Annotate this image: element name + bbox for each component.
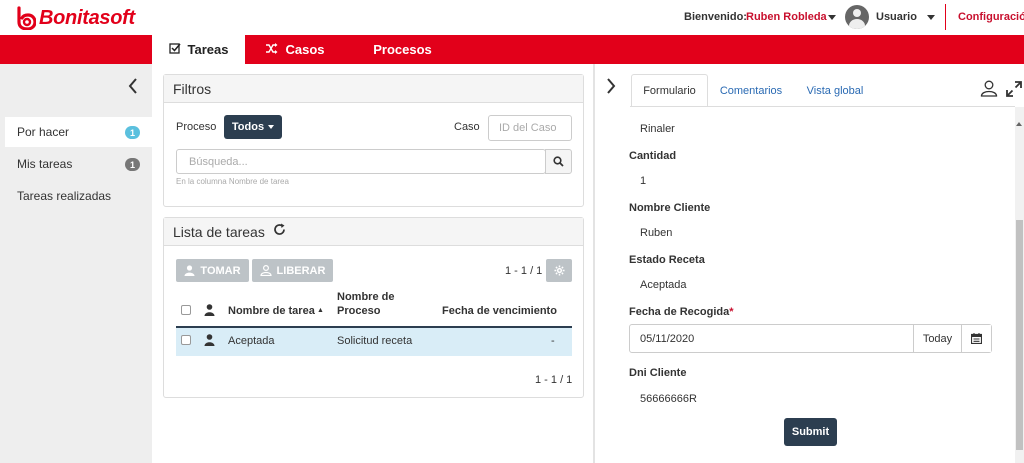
main-nav: Tareas Casos Procesos: [0, 35, 1024, 64]
process-dropdown[interactable]: Todos: [224, 115, 282, 139]
welcome-label: Bienvenido:: [684, 11, 747, 23]
take-button-label: TOMAR: [200, 264, 241, 277]
gear-icon: [553, 265, 565, 276]
tab-procesos[interactable]: Procesos: [345, 35, 460, 64]
today-button[interactable]: Today: [913, 325, 961, 352]
case-label: Caso: [454, 121, 480, 133]
column-process-name-line1[interactable]: Nombre de: [337, 291, 394, 303]
config-link[interactable]: Configuración: [958, 11, 1024, 23]
pagination-top: 1 - 1 / 1: [505, 265, 543, 277]
tab-label: Tareas: [187, 42, 229, 57]
user-menu-caret-icon[interactable]: [828, 15, 836, 20]
task-list-header: Lista de tareas: [164, 218, 583, 246]
tab-label: Procesos: [373, 42, 432, 57]
task-list-title: Lista de tareas: [173, 223, 265, 240]
user-outline-icon: [259, 265, 272, 276]
search-icon: [553, 156, 564, 167]
sidebar-item-mis-tareas[interactable]: Mis tareas 1: [0, 149, 152, 179]
cell-due-date: -: [551, 335, 555, 347]
fecha-recogida-label-text: Fecha de Recogida: [629, 306, 730, 318]
scroll-up-arrow-icon[interactable]: [1016, 122, 1022, 126]
release-button-label: LIBERAR: [276, 264, 326, 277]
sidebar-item-por-hacer[interactable]: Por hacer 1: [5, 117, 152, 147]
brand-name: Bonitasoft: [39, 6, 135, 29]
search-hint: En la columna Nombre de tarea: [176, 177, 289, 186]
shuffle-icon: [265, 42, 278, 57]
cell-process-name: Solicitud receta: [337, 335, 413, 347]
nombre-cliente-value: Ruben: [640, 227, 673, 239]
search-button[interactable]: [545, 149, 572, 174]
dni-cliente-label: Dni Cliente: [629, 367, 687, 379]
process-label: Proceso: [176, 121, 217, 133]
tab-vista-global[interactable]: Vista global: [798, 74, 872, 107]
cell-task-name[interactable]: Aceptada: [228, 335, 274, 347]
fullscreen-icon[interactable]: [1006, 81, 1022, 97]
column-due-date[interactable]: Fecha de vencimiento: [442, 305, 557, 317]
estado-receta-label: Estado Receta: [629, 254, 705, 266]
release-button[interactable]: LIBERAR: [252, 259, 333, 282]
row-checkbox[interactable]: [181, 335, 191, 345]
user-label[interactable]: Usuario: [876, 11, 917, 23]
dni-cliente-value: 56666666R: [640, 393, 697, 405]
user-dropdown-caret-icon[interactable]: [927, 15, 935, 20]
filters-title: Filtros: [164, 75, 583, 103]
calendar-button[interactable]: [961, 325, 991, 352]
expand-right-icon[interactable]: [606, 78, 616, 99]
calendar-icon: [971, 333, 982, 344]
select-all-checkbox[interactable]: [181, 305, 191, 315]
header-divider: [945, 4, 946, 30]
sidebar-item-tareas-realizadas[interactable]: Tareas realizadas: [0, 181, 152, 211]
tab-tareas[interactable]: Tareas: [152, 35, 245, 64]
refresh-icon[interactable]: [273, 223, 286, 241]
date-picker: 05/11/2020 Today: [629, 324, 992, 353]
table-settings-button[interactable]: [546, 259, 572, 282]
fecha-recogida-input[interactable]: 05/11/2020: [630, 325, 913, 352]
chevron-down-icon: [268, 125, 275, 129]
bonitasoft-logo[interactable]: Bonitasoft: [14, 5, 135, 31]
checkbox-icon: [168, 42, 181, 57]
sort-asc-icon[interactable]: ▲: [317, 307, 324, 314]
cantidad-label: Cantidad: [629, 150, 677, 162]
submit-button[interactable]: Submit: [784, 418, 837, 446]
tab-underline: [630, 106, 1015, 107]
nombre-cliente-label: Nombre Cliente: [629, 202, 711, 214]
tab-casos[interactable]: Casos: [245, 35, 345, 64]
avatar[interactable]: [845, 5, 869, 29]
welcome-user-name[interactable]: Ruben Robleda: [746, 11, 827, 23]
process-dropdown-value: Todos: [231, 121, 265, 133]
assignee-icon: [204, 304, 215, 316]
pagination-bottom: 1 - 1 / 1: [535, 374, 573, 386]
user-icon: [184, 265, 195, 276]
cantidad-value: 1: [640, 175, 647, 187]
column-process-name-line2[interactable]: Proceso: [337, 305, 380, 317]
take-button[interactable]: TOMAR: [176, 259, 249, 282]
count-badge: 1: [125, 158, 140, 171]
tab-formulario[interactable]: Formulario: [631, 74, 708, 107]
scrollbar-thumb[interactable]: [1016, 220, 1023, 450]
assignee-icon: [204, 334, 215, 346]
estado-receta-value: Aceptada: [640, 279, 687, 291]
sidebar-item-label: Por hacer: [17, 125, 70, 139]
top-bar: Bonitasoft Bienvenido: Ruben Robleda Usu…: [0, 0, 1024, 35]
tab-comentarios[interactable]: Comentarios: [712, 74, 790, 107]
field-value-previous: Rinaler: [640, 123, 675, 135]
required-marker: *: [729, 306, 734, 318]
search-input[interactable]: Búsqueda...: [176, 149, 546, 174]
tab-label: Casos: [285, 42, 325, 57]
sidebar-item-label: Mis tareas: [17, 157, 73, 171]
fecha-recogida-label: Fecha de Recogida*: [629, 306, 734, 318]
case-id-input[interactable]: ID del Caso: [488, 115, 572, 141]
column-task-name[interactable]: Nombre de tarea: [228, 305, 315, 317]
panel-splitter[interactable]: [593, 64, 595, 463]
count-badge: 1: [125, 126, 140, 139]
user-outline-icon[interactable]: [980, 80, 998, 97]
bonitasoft-logo-icon: [17, 6, 36, 30]
sidebar-item-label: Tareas realizadas: [17, 189, 112, 203]
collapse-left-icon[interactable]: [128, 78, 138, 99]
